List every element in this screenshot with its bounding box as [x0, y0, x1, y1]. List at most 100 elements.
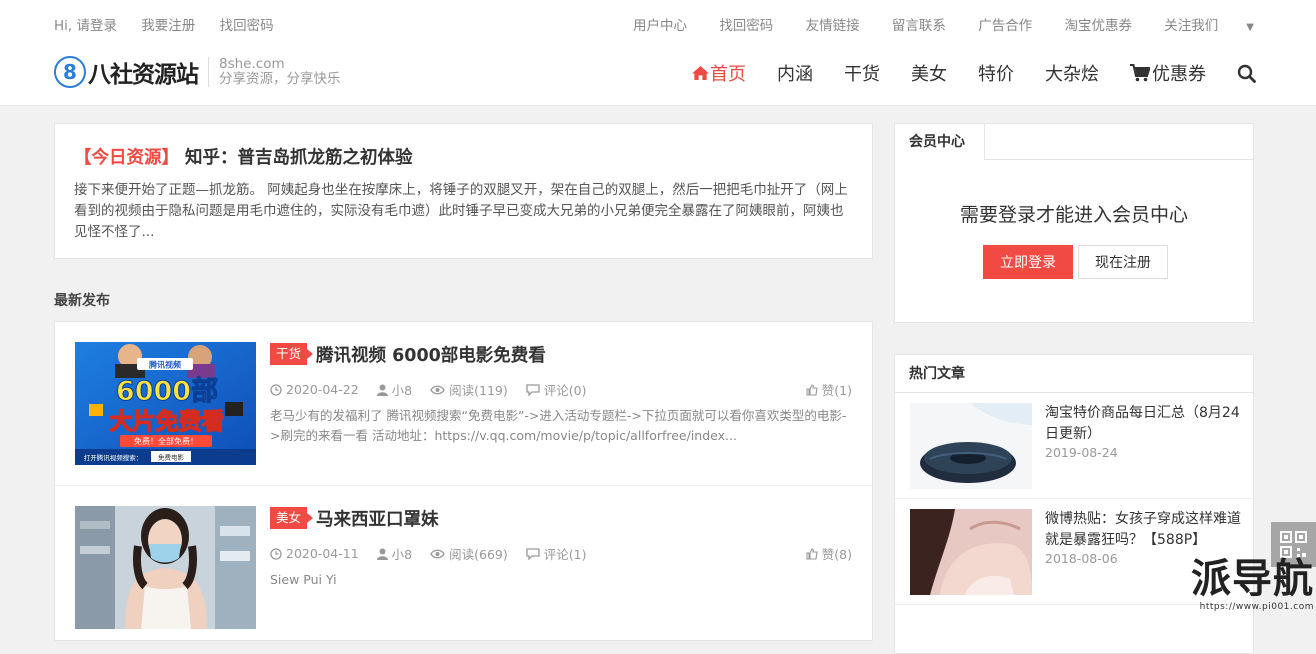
thumbs-up-icon — [806, 547, 818, 560]
logo-sub: 8she.com 分享资源，分享快乐 — [219, 57, 341, 87]
member-login-message: 需要登录才能进入会员中心 — [959, 204, 1188, 226]
nav-ganhuo[interactable]: 干货 — [844, 60, 880, 86]
hot-article-date: 2019-08-24 — [1045, 445, 1118, 460]
post-item: 美女 马来西亚口罩妹 2020-04-11 小8 阅读(669) 评论(1) 赞… — [55, 486, 872, 640]
post-reads-text: 阅读(669) — [449, 547, 508, 562]
post-comments[interactable]: 评论(1) — [526, 544, 587, 563]
nav-home[interactable]: 首页 — [691, 60, 746, 86]
eye-icon — [430, 549, 445, 558]
post-thumbnail[interactable] — [75, 506, 256, 629]
post-like-button[interactable]: 赞(8) — [806, 544, 852, 563]
hot-article-thumbnail[interactable] — [910, 403, 1032, 489]
post-likes-text: 赞(8) — [821, 547, 852, 562]
top-bar: Hi, 请登录 我要注册 找回密码 用户中心 找回密码 友情链接 留言联系 广告… — [54, 14, 1254, 34]
chevron-down-icon: ▼ — [1246, 22, 1254, 33]
tab-member-center[interactable]: 会员中心 — [895, 124, 985, 160]
nav-dazahui[interactable]: 大杂烩 — [1045, 60, 1099, 86]
login-button[interactable]: 立即登录 — [983, 245, 1073, 279]
thumb-bottom: 打开腾讯视频搜索： — [84, 453, 143, 462]
hot-article-title[interactable]: 微博热贴：女孩子穿成这样难道就是暴露狂吗？【588P】 — [1045, 509, 1241, 551]
post-reads: 阅读(669) — [430, 544, 508, 563]
logo-domain: 8she.com — [219, 56, 285, 72]
nav-coupon-label: 优惠券 — [1152, 64, 1206, 85]
today-resource-card[interactable]: 【今日资源】 知乎：普吉岛抓龙筋之初体验 接下来便开始了正题—抓龙筋。 阿姨起身也… — [54, 123, 873, 259]
clock-icon — [270, 547, 282, 560]
post-author[interactable]: 小8 — [376, 544, 412, 563]
thumb-small: 免费！全部免费！ — [134, 436, 198, 446]
hot-articles-title: 热门文章 — [895, 355, 1253, 393]
site-header: Hi, 请登录 我要注册 找回密码 用户中心 找回密码 友情链接 留言联系 广告… — [0, 0, 1316, 106]
thumb-big1: 6000部 — [116, 375, 218, 407]
register-link[interactable]: 我要注册 — [141, 18, 195, 34]
thumb-big2: 大片免费看 — [110, 409, 225, 435]
site-logo[interactable]: 8 八社资源站 8she.com 分享资源，分享快乐 — [54, 52, 341, 92]
hot-article-thumbnail[interactable] — [910, 509, 1032, 595]
member-buttons: 立即登录 现在注册 — [983, 245, 1168, 279]
watermark-url: https://www.pi001.com — [1199, 602, 1314, 612]
clock-icon — [270, 383, 282, 396]
post-date: 2020-04-11 — [270, 544, 359, 563]
cart-icon — [1130, 64, 1150, 82]
login-link[interactable]: Hi, 请登录 — [54, 18, 117, 34]
logo-name: 八社资源站 — [88, 61, 199, 88]
post-title[interactable]: 腾讯视频 6000部电影免费看 — [316, 342, 546, 367]
ads-link[interactable]: 广告合作 — [978, 18, 1032, 34]
post-excerpt: 老马少有的发福利了 腾讯视频搜索“免费电影”->进入活动专题栏->下拉页面就可以… — [270, 408, 847, 443]
taobao-coupon-link[interactable]: 淘宝优惠券 — [1065, 18, 1133, 34]
post-author-text: 小8 — [391, 383, 413, 398]
today-excerpt: 接下来便开始了正题—抓龙筋。 阿姨起身也坐在按摩床上，将锤子的双腿叉开，架在自己… — [74, 182, 848, 240]
post-comments[interactable]: 评论(0) — [526, 380, 587, 399]
find-password-link[interactable]: 找回密码 — [220, 18, 274, 34]
nav-tejia[interactable]: 特价 — [978, 60, 1014, 86]
main-content: 【今日资源】 知乎：普吉岛抓龙筋之初体验 接下来便开始了正题—抓龙筋。 阿姨起身也… — [54, 123, 873, 641]
member-tab-header: 会员中心 — [895, 124, 1253, 160]
post-title[interactable]: 马来西亚口罩妹 — [316, 506, 439, 531]
latest-section-title: 最新发布 — [54, 293, 110, 309]
cushion-product-image — [910, 403, 1032, 489]
friend-links-link[interactable]: 友情链接 — [806, 18, 860, 34]
post-category-badge[interactable]: 干货 — [270, 343, 314, 365]
watermark-big-text: 派导航 — [1191, 555, 1314, 602]
thumbs-up-icon — [806, 383, 818, 396]
post-thumbnail[interactable]: 腾讯视频 6000部 大片免费看 免费！全部免费！ 打开腾讯视频搜索： 免费电影 — [75, 342, 256, 465]
eye-icon — [430, 385, 445, 394]
register-button[interactable]: 现在注册 — [1078, 245, 1168, 279]
post-category-badge[interactable]: 美女 — [270, 507, 314, 529]
masked-girl-photo — [75, 506, 256, 629]
thumb-line1: 腾讯视频 — [148, 360, 181, 370]
post-likes-text: 赞(1) — [821, 383, 852, 398]
today-tag: 【今日资源】 — [74, 148, 179, 168]
post-list: 腾讯视频 6000部 大片免费看 免费！全部免费！ 打开腾讯视频搜索： 免费电影… — [54, 321, 873, 641]
post-comments-text: 评论(1) — [543, 547, 587, 562]
girl-photo — [910, 509, 1032, 595]
user-center-link[interactable]: 用户中心 — [633, 18, 687, 34]
post-reads-text: 阅读(119) — [449, 383, 508, 398]
nav-meinv[interactable]: 美女 — [911, 60, 947, 86]
post-like-button[interactable]: 赞(1) — [806, 380, 852, 399]
main-nav: 首页 内涵 干货 美女 特价 大杂烩 优惠券 — [660, 60, 1256, 86]
watermark: 派导航 https://www.pi001.com — [1182, 556, 1314, 616]
nav-neihan[interactable]: 内涵 — [777, 60, 813, 86]
post-comments-text: 评论(0) — [543, 383, 587, 398]
post-meta: 2020-04-11 小8 阅读(669) 评论(1) 赞(8) — [270, 544, 852, 563]
find-password-link-right[interactable]: 找回密码 — [719, 18, 773, 34]
search-button[interactable] — [1237, 64, 1256, 83]
today-title-text: 知乎：普吉岛抓龙筋之初体验 — [185, 148, 413, 168]
post-date-text: 2020-04-22 — [286, 382, 359, 397]
logo-mark: 8 — [54, 56, 86, 88]
nav-coupon[interactable]: 优惠券 — [1130, 60, 1206, 86]
follow-us-menu[interactable]: 关注我们 ▼ — [1164, 18, 1254, 34]
post-author[interactable]: 小8 — [376, 380, 413, 399]
post-meta: 2020-04-22 小8 阅读(119) 评论(0) 赞(1) — [270, 380, 852, 399]
hot-article-date: 2018-08-06 — [1045, 551, 1118, 566]
post-item: 腾讯视频 6000部 大片免费看 免费！全部免费！ 打开腾讯视频搜索： 免费电影… — [55, 322, 872, 486]
logo-divider — [208, 57, 209, 87]
today-title[interactable]: 【今日资源】 知乎：普吉岛抓龙筋之初体验 — [74, 144, 853, 169]
tencent-video-promo-image: 腾讯视频 6000部 大片免费看 免费！全部免费！ 打开腾讯视频搜索： 免费电影 — [75, 342, 256, 465]
contact-link[interactable]: 留言联系 — [892, 18, 946, 34]
hot-article-title[interactable]: 淘宝特价商品每日汇总（8月24日更新） — [1045, 403, 1241, 445]
post-excerpt: Siew Pui Yi — [270, 572, 337, 587]
user-icon — [376, 548, 388, 560]
nav-home-label: 首页 — [710, 64, 746, 85]
hot-article-item[interactable]: 淘宝特价商品每日汇总（8月24日更新） 2019-08-24 — [895, 393, 1253, 499]
